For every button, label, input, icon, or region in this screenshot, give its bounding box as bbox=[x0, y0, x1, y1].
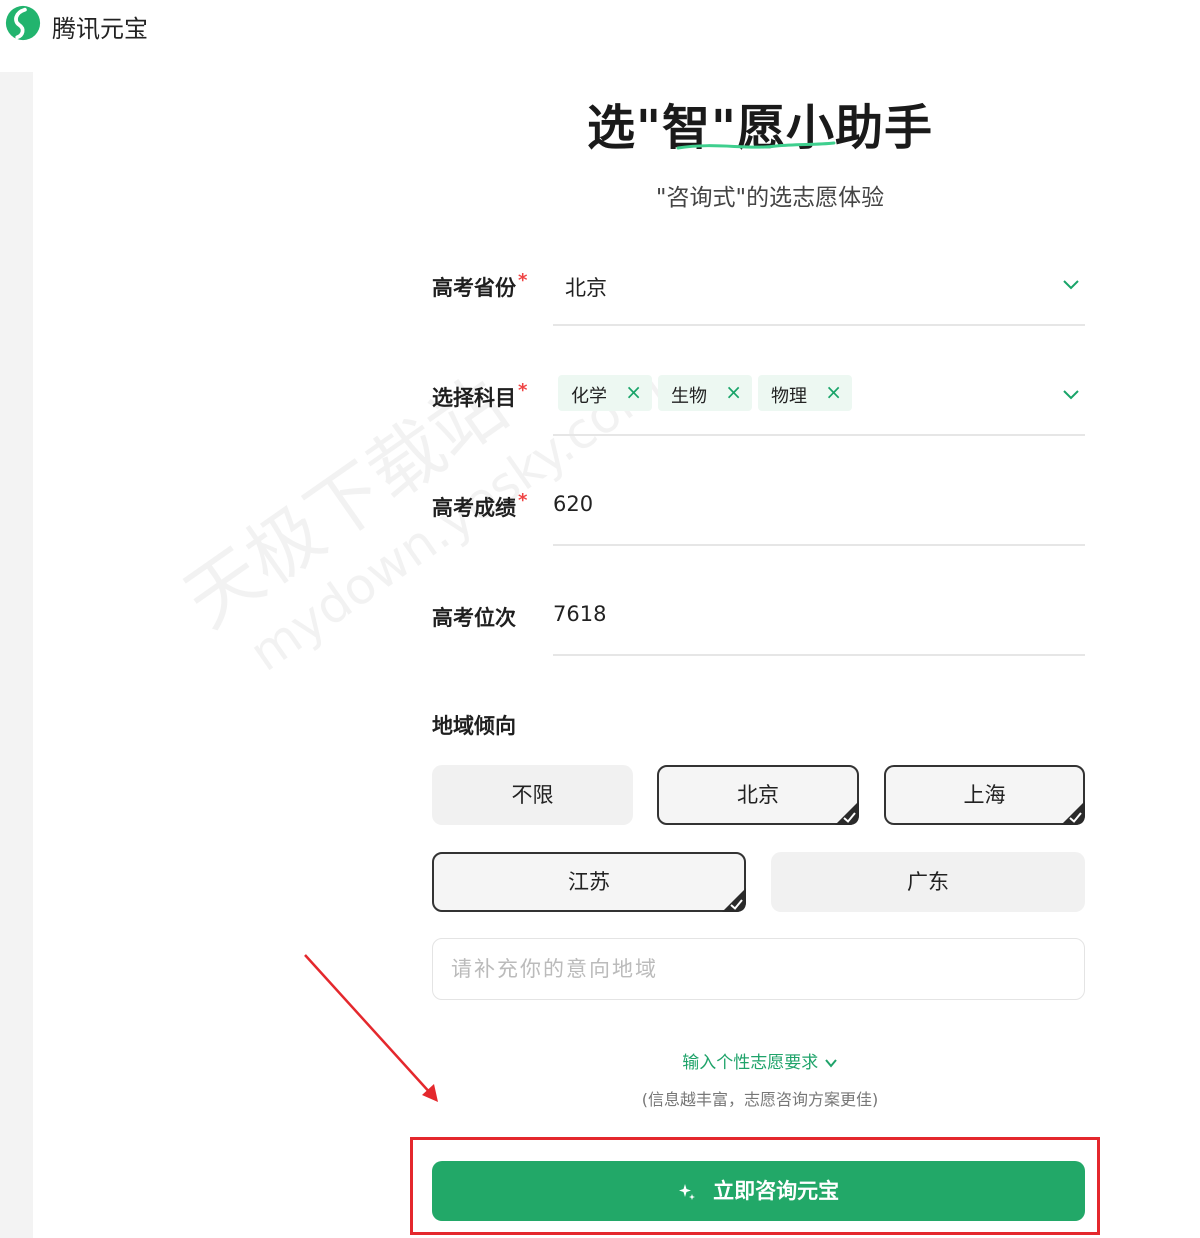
score-input[interactable]: 620 bbox=[553, 482, 1085, 546]
subject-tag-label: 物理 bbox=[771, 386, 807, 407]
personal-requirements-link[interactable]: 输入个性志愿要求 bbox=[600, 1048, 920, 1073]
remove-tag-icon[interactable]: × bbox=[725, 380, 742, 404]
province-row: 高考省份 * 北京 bbox=[432, 262, 1085, 326]
province-value: 北京 bbox=[565, 276, 607, 300]
required-mark: * bbox=[518, 380, 528, 401]
subjects-label: 选择科目 * bbox=[432, 380, 528, 412]
annotation-arrow bbox=[304, 954, 438, 1102]
required-mark: * bbox=[518, 490, 528, 511]
province-label: 高考省份 * bbox=[432, 270, 528, 302]
score-label: 高考成绩 * bbox=[432, 490, 528, 522]
subject-tag-label: 化学 bbox=[571, 386, 607, 407]
sparkle-icon bbox=[678, 1184, 695, 1200]
title-underline-decoration bbox=[676, 141, 836, 150]
region-option-shanghai[interactable]: 上海 bbox=[884, 765, 1085, 825]
subject-tag-physics: 物理 × bbox=[758, 375, 852, 411]
region-label: 地域倾向 bbox=[432, 714, 516, 738]
consult-now-label: 立即咨询元宝 bbox=[713, 1179, 840, 1203]
region-option-label: 江苏 bbox=[568, 870, 610, 894]
brand-name[interactable]: 腾讯元宝 bbox=[52, 9, 148, 44]
region-option-jiangsu[interactable]: 江苏 bbox=[432, 852, 746, 912]
region-option-label: 广东 bbox=[907, 870, 949, 894]
rank-label: 高考位次 bbox=[432, 606, 516, 630]
yuanbao-logo-icon bbox=[5, 5, 41, 41]
score-value: 620 bbox=[553, 492, 594, 516]
rank-input[interactable]: 7618 bbox=[553, 592, 1085, 656]
score-row: 高考成绩 * 620 bbox=[432, 482, 1085, 546]
chevron-down-icon[interactable] bbox=[1061, 384, 1081, 404]
left-sidebar bbox=[0, 72, 33, 1238]
consult-now-button[interactable]: 立即咨询元宝 bbox=[432, 1161, 1085, 1221]
region-option-label: 不限 bbox=[511, 783, 554, 807]
subject-tag-biology: 生物 × bbox=[658, 375, 752, 411]
checkmark-icon bbox=[722, 888, 746, 912]
province-label-text: 高考省份 bbox=[432, 276, 516, 300]
rank-row: 高考位次 7618 bbox=[432, 592, 1085, 656]
remove-tag-icon[interactable]: × bbox=[825, 380, 842, 404]
chevron-down-icon[interactable] bbox=[1061, 274, 1081, 294]
required-mark: * bbox=[518, 270, 528, 291]
subjects-row: 选择科目 * 化学 × 生物 × 物理 × bbox=[432, 372, 1085, 436]
checkmark-icon bbox=[1061, 801, 1085, 825]
subject-tag-chemistry: 化学 × bbox=[558, 375, 652, 411]
region-option-label: 北京 bbox=[737, 783, 779, 807]
region-option-label: 上海 bbox=[963, 783, 1006, 807]
subject-tag-label: 生物 bbox=[671, 386, 707, 407]
chevron-down-icon bbox=[824, 1059, 837, 1068]
info-hint: (信息越丰富，志愿咨询方案更佳) bbox=[641, 1090, 879, 1109]
region-supplement-field bbox=[432, 938, 1085, 1000]
top-bar: 腾讯元宝 bbox=[0, 0, 1200, 72]
checkmark-icon bbox=[835, 801, 859, 825]
subjects-label-text: 选择科目 bbox=[432, 386, 516, 410]
region-option-unlimited[interactable]: 不限 bbox=[432, 765, 633, 825]
region-option-guangdong[interactable]: 广东 bbox=[771, 852, 1085, 912]
page-subtitle: "咨询式"的选志愿体验 bbox=[655, 185, 885, 211]
personal-requirements-label: 输入个性志愿要求 bbox=[682, 1053, 819, 1073]
remove-tag-icon[interactable]: × bbox=[625, 380, 642, 404]
rank-value: 7618 bbox=[553, 602, 607, 626]
score-label-text: 高考成绩 bbox=[432, 496, 516, 520]
province-select[interactable]: 北京 bbox=[553, 262, 1085, 326]
region-supplement-input[interactable] bbox=[449, 939, 1053, 999]
subjects-select[interactable]: 化学 × 生物 × 物理 × bbox=[553, 372, 1085, 436]
region-option-beijing[interactable]: 北京 bbox=[657, 765, 859, 825]
